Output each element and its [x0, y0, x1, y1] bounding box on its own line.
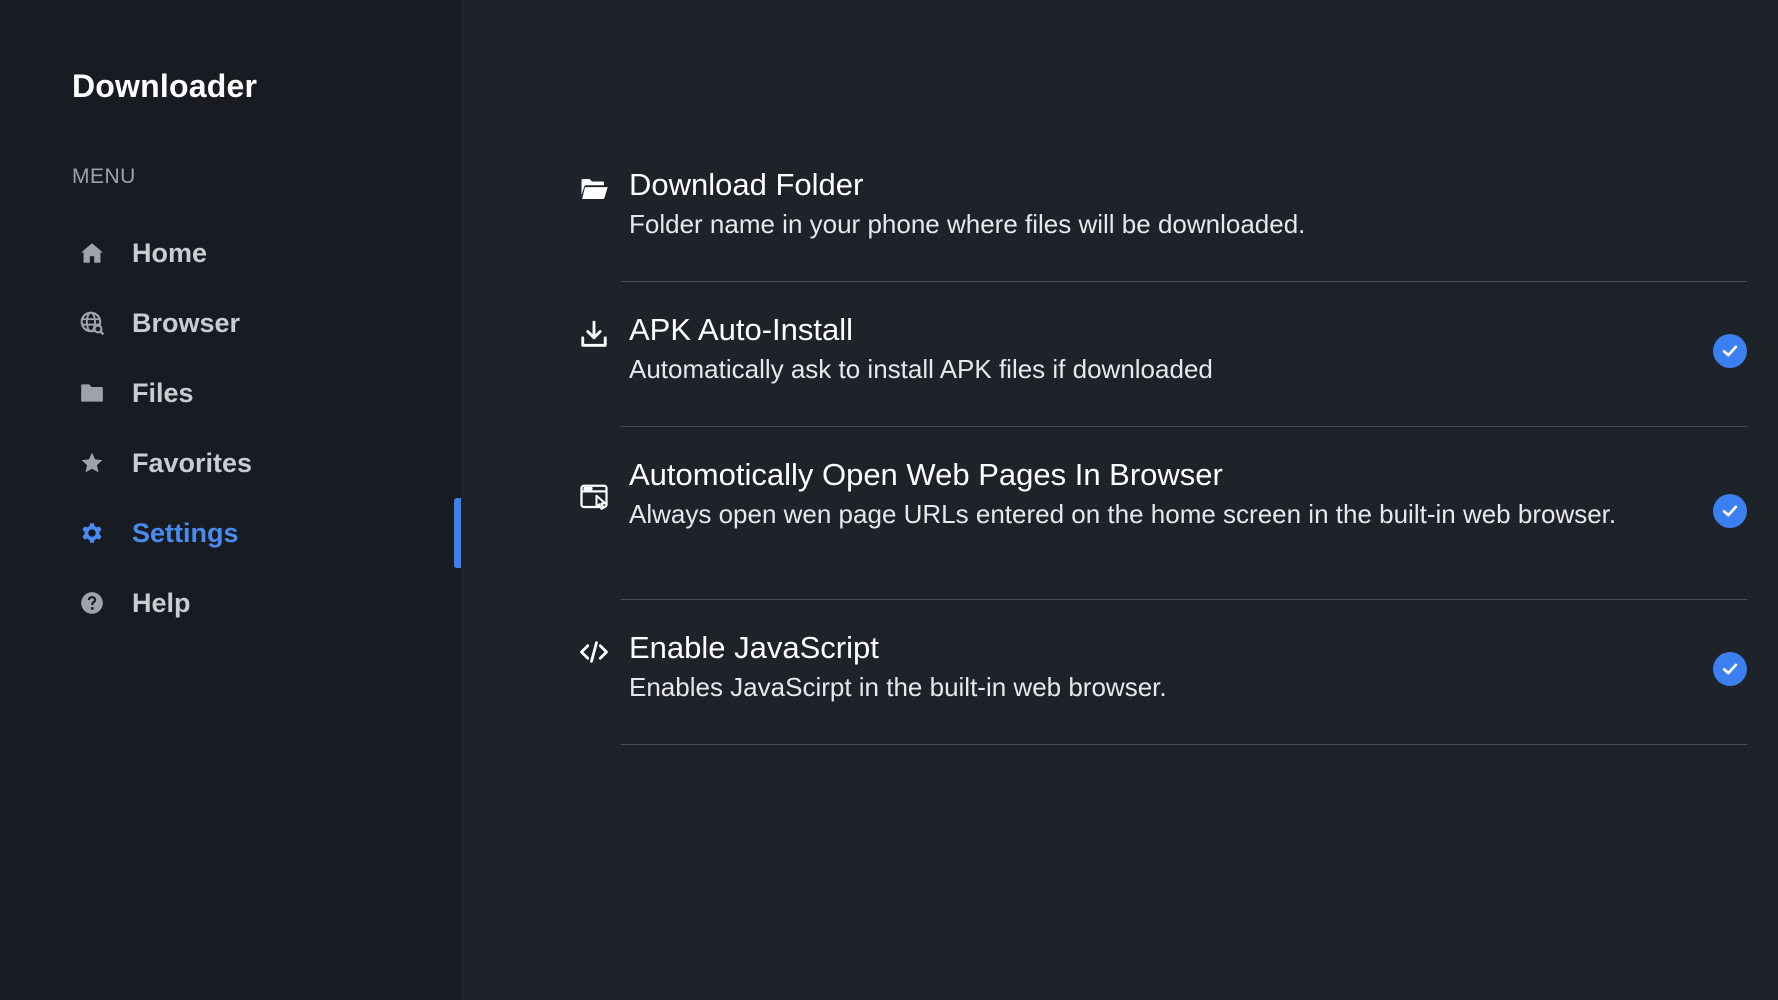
active-indicator: [454, 498, 461, 568]
setting-auto-open-web-pages[interactable]: Automotically Open Web Pages In Browser …: [577, 427, 1747, 601]
setting-title: Automotically Open Web Pages In Browser: [629, 457, 1223, 492]
sidebar-item-home[interactable]: Home: [0, 218, 461, 288]
setting-text: APK Auto-Install Automatically ask to in…: [629, 305, 1747, 383]
star-icon: [78, 449, 106, 477]
browser-window-icon: [577, 480, 611, 514]
help-icon: [78, 589, 106, 617]
sidebar-item-files[interactable]: Files: [0, 358, 461, 428]
setting-description: Enables JavaScirpt in the built-in web b…: [629, 672, 1167, 702]
sidebar-item-label: Browser: [132, 307, 241, 338]
sidebar-item-browser[interactable]: Browser: [0, 288, 461, 358]
gear-icon: [78, 519, 106, 547]
setting-description: Always open wen page URLs entered on the…: [629, 499, 1617, 529]
sidebar-item-label: Help: [132, 587, 191, 618]
settings-list: Download Folder Folder name in your phon…: [577, 160, 1747, 746]
setting-text: Enable JavaScript Enables JavaScirpt in …: [629, 623, 1747, 701]
sidebar-item-label: Home: [132, 237, 208, 268]
setting-text: Download Folder Folder name in your phon…: [629, 160, 1747, 238]
menu-label: MENU: [72, 165, 136, 188]
sidebar-item-label: Favorites: [132, 447, 253, 478]
divider-inset: [577, 743, 621, 746]
code-icon: [577, 635, 611, 669]
sidebar-item-label: Files: [132, 377, 194, 408]
setting-title: APK Auto-Install: [629, 312, 854, 347]
app-title: Downloader: [72, 68, 258, 104]
sidebar-item-settings[interactable]: Settings: [0, 498, 461, 568]
setting-description: Automatically ask to install APK files i…: [629, 354, 1213, 384]
checkbox-checked[interactable]: [1713, 652, 1747, 686]
download-icon: [577, 317, 611, 351]
setting-text: Automotically Open Web Pages In Browser …: [629, 450, 1747, 528]
checkbox-checked[interactable]: [1713, 494, 1747, 528]
sidebar-item-label: Settings: [132, 517, 239, 548]
sidebar-nav: Home Browser Files Favorites Settings He…: [0, 218, 461, 638]
setting-title: Download Folder: [629, 167, 864, 202]
setting-title: Enable JavaScript: [629, 630, 879, 665]
checkbox-checked[interactable]: [1713, 334, 1747, 368]
sidebar: Downloader MENU Home Browser Files Favor…: [0, 0, 461, 1000]
settings-panel: Download Folder Folder name in your phon…: [461, 0, 1778, 1000]
home-icon: [78, 239, 106, 267]
setting-download-folder[interactable]: Download Folder Folder name in your phon…: [577, 160, 1747, 283]
setting-enable-javascript[interactable]: Enable JavaScript Enables JavaScirpt in …: [577, 600, 1747, 746]
open-folder-icon: [577, 172, 611, 206]
setting-description: Folder name in your phone where files wi…: [629, 209, 1306, 239]
sidebar-item-help[interactable]: Help: [0, 568, 461, 638]
setting-apk-auto-install[interactable]: APK Auto-Install Automatically ask to in…: [577, 282, 1747, 428]
globe-icon: [78, 309, 106, 337]
sidebar-item-favorites[interactable]: Favorites: [0, 428, 461, 498]
app-root: Downloader MENU Home Browser Files Favor…: [0, 0, 1778, 1000]
folder-icon: [78, 379, 106, 407]
